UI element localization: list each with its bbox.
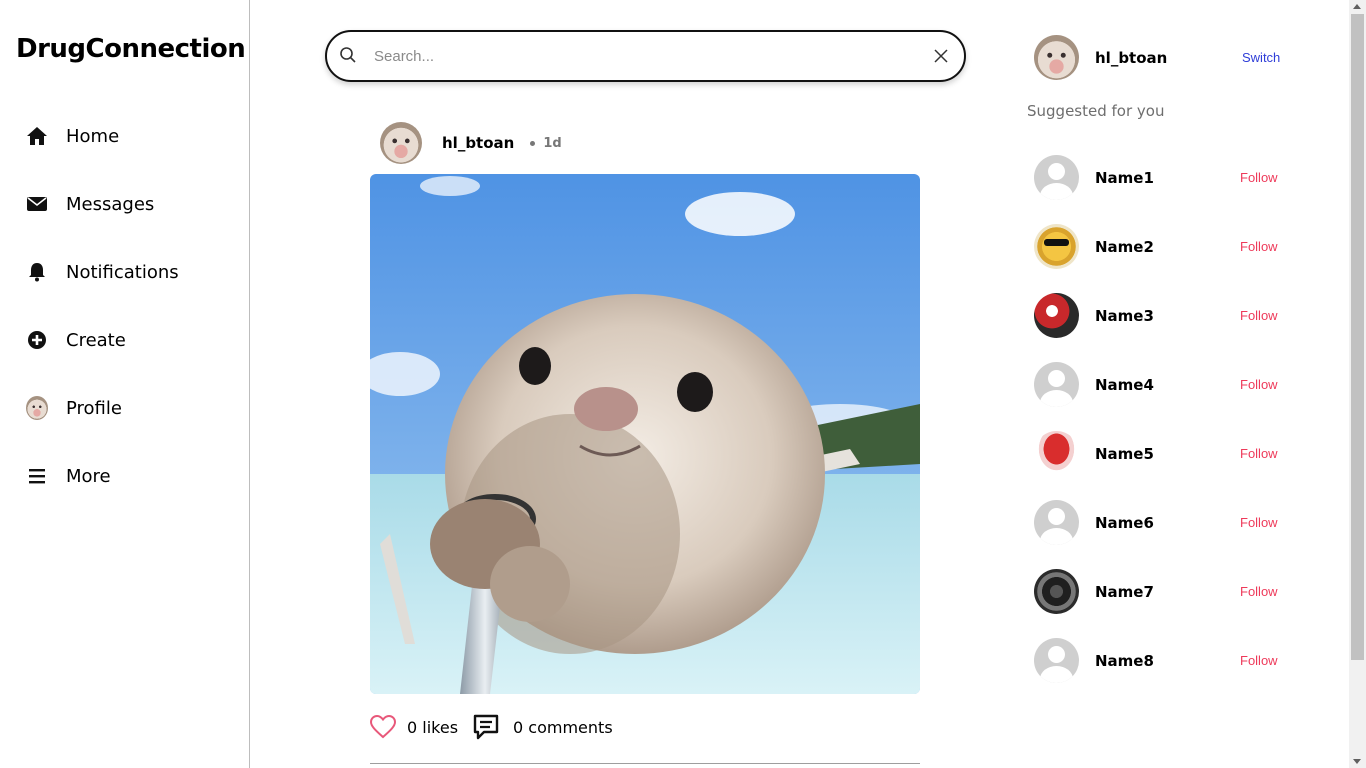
scroll-up-arrow-icon[interactable] bbox=[1353, 4, 1361, 9]
suggestion-name[interactable]: Name1 bbox=[1095, 169, 1154, 187]
suggestion-name[interactable]: Name2 bbox=[1095, 238, 1154, 256]
sidebar-item-messages[interactable]: Messages bbox=[26, 184, 154, 224]
user-avatar[interactable] bbox=[1034, 500, 1079, 545]
suggestions-title: Suggested for you bbox=[1027, 102, 1165, 120]
suggestion-item: Name1 Follow bbox=[1034, 155, 1294, 200]
menu-icon bbox=[26, 465, 48, 487]
suggestion-name[interactable]: Name8 bbox=[1095, 652, 1154, 670]
sidebar-item-create[interactable]: Create bbox=[26, 320, 126, 360]
home-icon bbox=[26, 125, 48, 147]
suggestion-name[interactable]: Name4 bbox=[1095, 376, 1154, 394]
brand-logo[interactable]: DrugConnection bbox=[16, 34, 246, 64]
current-user: hl_btoan Switch bbox=[1034, 35, 1294, 80]
sidebar-item-label: Create bbox=[66, 329, 126, 351]
follow-button[interactable]: Follow bbox=[1240, 584, 1278, 599]
suggestion-item: Name3 Follow bbox=[1034, 293, 1294, 338]
envelope-icon bbox=[26, 193, 48, 215]
follow-button[interactable]: Follow bbox=[1240, 446, 1278, 461]
follow-button[interactable]: Follow bbox=[1240, 653, 1278, 668]
user-avatar[interactable] bbox=[1034, 638, 1079, 683]
user-avatar[interactable] bbox=[1034, 293, 1079, 338]
search-input[interactable] bbox=[374, 44, 914, 68]
post-image[interactable] bbox=[370, 174, 920, 694]
user-avatar[interactable] bbox=[1034, 362, 1079, 407]
follow-button[interactable]: Follow bbox=[1240, 515, 1278, 530]
post-timestamp: 1d bbox=[543, 135, 562, 151]
search-icon bbox=[339, 46, 357, 68]
sidebar-item-profile[interactable]: Profile bbox=[26, 388, 122, 428]
profile-avatar bbox=[26, 396, 48, 420]
current-user-avatar[interactable] bbox=[1034, 35, 1079, 80]
comment-icon[interactable] bbox=[472, 713, 500, 741]
follow-button[interactable]: Follow bbox=[1240, 308, 1278, 323]
post-author-avatar[interactable] bbox=[380, 122, 422, 164]
plus-circle-icon bbox=[26, 329, 48, 351]
scroll-down-arrow-icon[interactable] bbox=[1353, 759, 1361, 764]
user-avatar[interactable] bbox=[1034, 224, 1079, 269]
suggestion-name[interactable]: Name7 bbox=[1095, 583, 1154, 601]
suggestion-item: Name4 Follow bbox=[1034, 362, 1294, 407]
suggestion-name[interactable]: Name6 bbox=[1095, 514, 1154, 532]
suggestion-item: Name6 Follow bbox=[1034, 500, 1294, 545]
sidebar-item-home[interactable]: Home bbox=[26, 116, 119, 156]
suggestion-item: Name8 Follow bbox=[1034, 638, 1294, 683]
switch-account-link[interactable]: Switch bbox=[1242, 50, 1280, 65]
search-bar bbox=[325, 30, 966, 82]
separator-dot bbox=[530, 140, 536, 146]
page-scrollbar[interactable] bbox=[1349, 0, 1366, 768]
user-avatar[interactable] bbox=[1034, 155, 1079, 200]
sidebar-item-notifications[interactable]: Notifications bbox=[26, 252, 179, 292]
likes-count: 0 likes bbox=[407, 717, 459, 737]
sidebar-item-label: Home bbox=[66, 125, 120, 147]
sidebar-item-label: Messages bbox=[66, 193, 155, 215]
post-divider bbox=[370, 763, 920, 764]
post-actions: 0 likes 0 comments bbox=[370, 710, 613, 744]
suggestion-item: Name2 Follow bbox=[1034, 224, 1294, 269]
sidebar-item-label: Notifications bbox=[66, 261, 179, 283]
follow-button[interactable]: Follow bbox=[1240, 377, 1278, 392]
user-avatar[interactable] bbox=[1034, 569, 1079, 614]
post-author-username[interactable]: hl_btoan bbox=[442, 134, 514, 152]
scrollbar-thumb[interactable] bbox=[1351, 14, 1364, 660]
suggestion-name[interactable]: Name3 bbox=[1095, 307, 1154, 325]
post-header: hl_btoan 1d bbox=[380, 122, 562, 164]
user-avatar[interactable] bbox=[1034, 431, 1079, 476]
comments-count[interactable]: 0 comments bbox=[513, 718, 613, 737]
sidebar-item-more[interactable]: More bbox=[26, 456, 111, 496]
current-user-username[interactable]: hl_btoan bbox=[1095, 49, 1167, 67]
follow-button[interactable]: Follow bbox=[1240, 170, 1278, 185]
sidebar-item-label: Profile bbox=[66, 397, 122, 419]
bell-icon bbox=[26, 261, 48, 283]
follow-button[interactable]: Follow bbox=[1240, 239, 1278, 254]
sidebar-item-label: More bbox=[66, 465, 111, 487]
sidebar: DrugConnection Home Messages Notificatio… bbox=[0, 0, 250, 768]
suggestion-name[interactable]: Name5 bbox=[1095, 445, 1154, 463]
clear-search-icon[interactable] bbox=[934, 48, 948, 67]
heart-icon[interactable] bbox=[370, 715, 396, 739]
suggestion-item: Name5 Follow bbox=[1034, 431, 1294, 476]
suggestion-item: Name7 Follow bbox=[1034, 569, 1294, 614]
